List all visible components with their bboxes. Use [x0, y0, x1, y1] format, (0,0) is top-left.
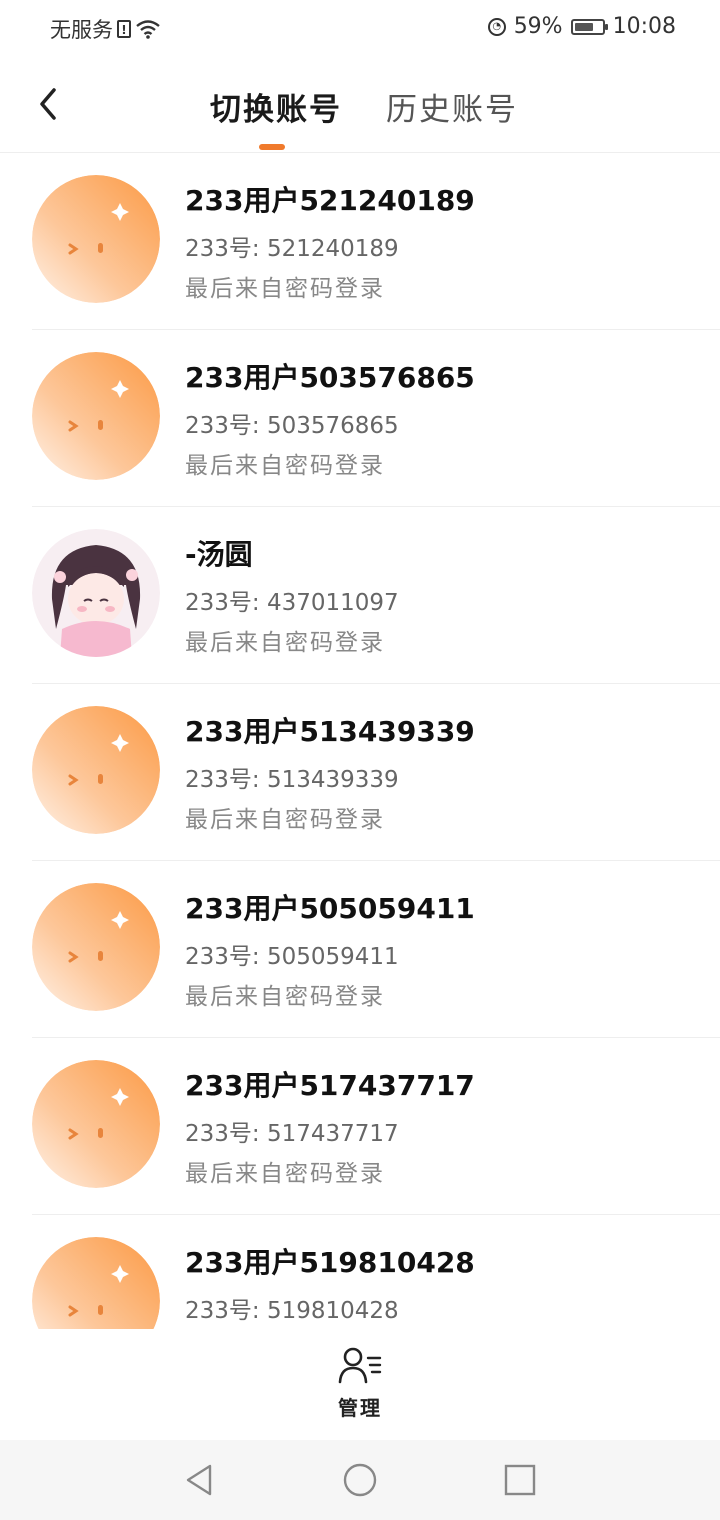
status-right: ◔ 59% 10:08 — [487, 14, 676, 39]
nav-recent-square-icon[interactable] — [500, 1460, 540, 1500]
default-orange-avatar — [32, 175, 160, 303]
header: 切换账号 历史账号 — [0, 58, 720, 153]
wifi-icon — [136, 20, 160, 39]
battery-percent: 59% — [513, 14, 563, 39]
account-item[interactable]: 233用户503576865 233号: 503576865 最后来自密码登录 — [0, 330, 720, 507]
account-name: 233用户513439339 — [185, 715, 475, 748]
account-item[interactable]: 233用户521240189 233号: 521240189 最后来自密码登录 — [0, 153, 720, 330]
account-name: -汤圆 — [185, 538, 253, 571]
account-name: 233用户505059411 — [185, 892, 475, 925]
default-orange-avatar — [32, 706, 160, 834]
account-number: 233号: 519810428 — [185, 1298, 399, 1324]
nav-home-circle-icon[interactable] — [340, 1460, 380, 1500]
system-nav-bar — [0, 1440, 720, 1520]
account-number: 233号: 437011097 — [185, 590, 399, 616]
nav-back-triangle-icon[interactable] — [180, 1460, 220, 1500]
status-left: 无服务 ! — [50, 14, 161, 44]
login-method: 最后来自密码登录 — [185, 984, 385, 1010]
account-name: 233用户517437717 — [185, 1069, 475, 1102]
sim-alert-icon: ! — [117, 20, 131, 38]
default-orange-avatar — [32, 1237, 160, 1329]
manage-area: 管理 — [0, 1330, 720, 1440]
active-tab-indicator — [259, 144, 285, 150]
account-item[interactable]: 233用户517437717 233号: 517437717 最后来自密码登录 — [0, 1038, 720, 1215]
battery-icon — [570, 18, 608, 35]
login-method: 最后来自密码登录 — [185, 630, 385, 656]
manage-users-icon — [338, 1347, 382, 1384]
account-number: 233号: 503576865 — [185, 413, 399, 439]
account-item[interactable]: -汤圆 233号: 437011097 最后来自密码登录 — [0, 507, 720, 684]
tab-history-account[interactable]: 历史账号 — [386, 84, 518, 129]
tab-bar: 切换账号 历史账号 — [0, 58, 720, 152]
account-number: 233号: 521240189 — [185, 236, 399, 262]
account-item[interactable]: 233用户519810428 233号: 519810428 — [0, 1215, 720, 1329]
default-orange-avatar — [32, 1060, 160, 1188]
account-name: 233用户521240189 — [185, 184, 475, 217]
login-method: 最后来自密码登录 — [185, 453, 385, 479]
tab-switch-account[interactable]: 切换账号 — [210, 84, 342, 129]
clock: 10:08 — [612, 14, 676, 39]
account-name: 233用户519810428 — [185, 1246, 475, 1279]
default-orange-avatar — [32, 352, 160, 480]
default-orange-avatar — [32, 883, 160, 1011]
manage-button[interactable]: 管理 — [320, 1346, 400, 1426]
login-method: 最后来自密码登录 — [185, 1161, 385, 1187]
login-method: 最后来自密码登录 — [185, 276, 385, 302]
account-name: 233用户503576865 — [185, 361, 475, 394]
manage-label: 管理 — [338, 1396, 382, 1420]
login-method: 最后来自密码登录 — [185, 807, 385, 833]
status-bar: 无服务 ! ◔ 59% 10:08 — [0, 0, 720, 58]
account-list: 233用户521240189 233号: 521240189 最后来自密码登录 … — [0, 153, 720, 1329]
carrier-text: 无服务 — [50, 18, 113, 42]
anime-girl-avatar — [32, 529, 160, 657]
account-number: 233号: 513439339 — [185, 767, 399, 793]
account-number: 233号: 505059411 — [185, 944, 399, 970]
account-item[interactable]: 233用户513439339 233号: 513439339 最后来自密码登录 — [0, 684, 720, 861]
account-item[interactable]: 233用户505059411 233号: 505059411 最后来自密码登录 — [0, 861, 720, 1038]
account-number: 233号: 517437717 — [185, 1121, 399, 1147]
alarm-icon: ◔ — [487, 17, 506, 36]
